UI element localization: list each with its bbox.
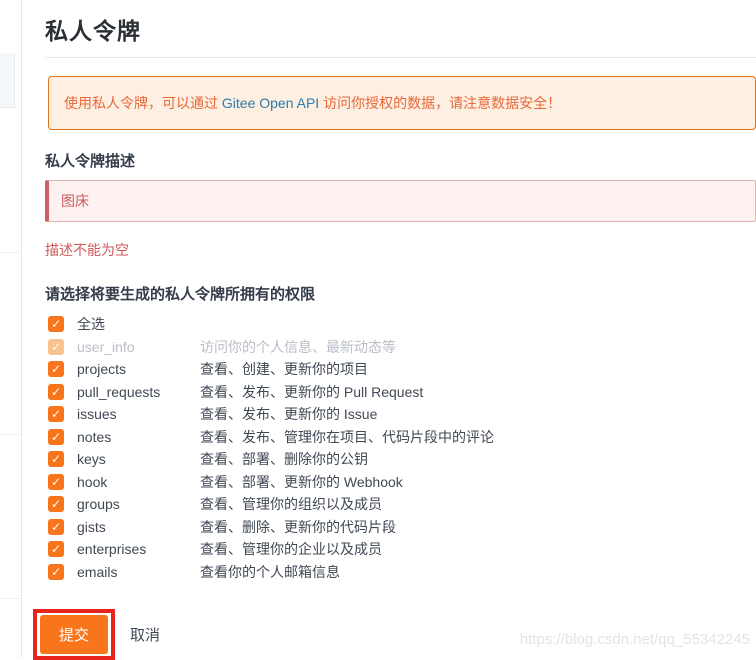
- permission-description: 查看、删除、更新你的代码片段: [200, 518, 396, 535]
- description-error-message: 描述不能为空: [45, 242, 129, 258]
- checkbox-checked-icon[interactable]: ✓: [48, 361, 64, 378]
- permission-description: 查看、管理你的组织以及成员: [200, 496, 382, 513]
- permission-row: ✓ user_info 访问你的个人信息、最新动态等: [45, 336, 756, 359]
- permission-description: 查看你的个人邮箱信息: [200, 563, 340, 580]
- token-description-label: 私人令牌描述: [45, 153, 136, 170]
- permission-label: pull_requests: [77, 383, 161, 400]
- checkbox-checked-icon[interactable]: ✓: [48, 406, 64, 423]
- permission-row: ✓ groups 查看、管理你的组织以及成员: [45, 493, 756, 516]
- checkbox-checked-icon[interactable]: ✓: [48, 496, 64, 513]
- checkbox-checked-icon[interactable]: ✓: [48, 451, 64, 468]
- permission-description: 查看、发布、更新你的 Issue: [200, 406, 378, 423]
- permission-description: 查看、部署、更新你的 Webhook: [200, 473, 403, 490]
- permission-description: 查看、创建、更新你的项目: [200, 361, 368, 378]
- checkbox-checked-icon[interactable]: ✓: [48, 473, 64, 490]
- private-token-page: 私人令牌 使用私人令牌，可以通过 Gitee Open API 访问你授权的数据…: [22, 0, 756, 660]
- checkbox-checked-icon[interactable]: ✓: [48, 563, 64, 580]
- permission-label: keys: [77, 451, 106, 468]
- checkbox-checked-icon[interactable]: ✓: [48, 428, 64, 445]
- cancel-link[interactable]: 取消: [130, 624, 160, 645]
- permission-description: 查看、部署、删除你的公钥: [200, 451, 368, 468]
- security-warning-banner: 使用私人令牌，可以通过 Gitee Open API 访问你授权的数据，请注意数…: [48, 76, 756, 130]
- checkbox-checked-icon: ✓: [48, 338, 64, 355]
- banner-text-before: 使用私人令牌，可以通过: [64, 95, 222, 111]
- permission-label: hook: [77, 473, 108, 490]
- sidebar-active-item-fragment: [0, 53, 15, 108]
- permission-row: ✓ gists 查看、删除、更新你的代码片段: [45, 516, 756, 539]
- checkbox-checked-icon[interactable]: ✓: [48, 518, 64, 535]
- permission-description: 查看、发布、更新你的 Pull Request: [200, 383, 424, 400]
- permission-label: groups: [77, 496, 120, 513]
- sidebar-sliver: [0, 0, 22, 658]
- token-description-input[interactable]: [45, 180, 756, 222]
- permission-label: issues: [77, 406, 117, 423]
- permission-label: projects: [77, 361, 127, 378]
- annotation-highlight-box: 提交: [33, 609, 116, 660]
- banner-text-after: 访问你授权的数据，请注意数据安全！: [319, 95, 562, 111]
- sidebar-divider: [0, 252, 21, 253]
- checkbox-checked-icon[interactable]: ✓: [48, 383, 64, 400]
- permission-row: ✓ keys 查看、部署、删除你的公钥: [45, 448, 756, 471]
- permission-label: emails: [77, 563, 118, 580]
- permission-row: ✓ enterprises 查看、管理你的企业以及成员: [45, 538, 756, 561]
- checkbox-checked-icon[interactable]: ✓: [48, 316, 64, 333]
- permissions-list: ✓ 全选 ✓ user_info 访问你的个人信息、最新动态等 ✓ projec…: [45, 313, 756, 583]
- permissions-heading: 请选择将要生成的私人令牌所拥有的权限: [45, 286, 316, 303]
- permission-row: ✓ hook 查看、部署、更新你的 Webhook: [45, 471, 756, 494]
- form-actions: 提交 取消: [33, 609, 756, 660]
- permission-label: gists: [77, 518, 106, 535]
- permission-row: ✓ issues 查看、发布、更新你的 Issue: [45, 403, 756, 426]
- permission-row: ✓ 全选: [45, 313, 756, 336]
- permission-row: ✓ notes 查看、发布、管理你在项目、代码片段中的评论: [45, 426, 756, 449]
- title-divider: [45, 57, 756, 58]
- sidebar-divider: [0, 598, 21, 599]
- permission-label: user_info: [77, 338, 135, 355]
- permission-row: ✓ emails 查看你的个人邮箱信息: [45, 561, 756, 584]
- permission-description: 查看、发布、管理你在项目、代码片段中的评论: [200, 428, 494, 445]
- permission-label: 全选: [77, 316, 105, 333]
- permission-description: 访问你的个人信息、最新动态等: [200, 338, 396, 355]
- page-title: 私人令牌: [45, 18, 141, 44]
- submit-button[interactable]: 提交: [40, 615, 109, 654]
- gitee-open-api-link[interactable]: Gitee Open API: [222, 95, 319, 111]
- checkbox-checked-icon[interactable]: ✓: [48, 541, 64, 558]
- permission-description: 查看、管理你的企业以及成员: [200, 541, 382, 558]
- permission-label: notes: [77, 428, 112, 445]
- sidebar-divider: [0, 434, 21, 435]
- permission-row: ✓ projects 查看、创建、更新你的项目: [45, 358, 756, 381]
- permission-row: ✓ pull_requests 查看、发布、更新你的 Pull Request: [45, 381, 756, 404]
- permission-label: enterprises: [77, 541, 147, 558]
